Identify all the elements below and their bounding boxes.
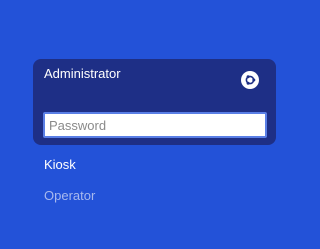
ubuntu-logo-icon [245, 75, 256, 85]
selected-user-name: Administrator [44, 66, 121, 81]
password-input[interactable] [43, 112, 267, 138]
login-card: Administrator [33, 59, 276, 145]
session-selector-button[interactable] [241, 71, 259, 89]
user-entry-operator[interactable]: Operator [44, 188, 95, 204]
user-entry-kiosk[interactable]: Kiosk [44, 157, 76, 173]
